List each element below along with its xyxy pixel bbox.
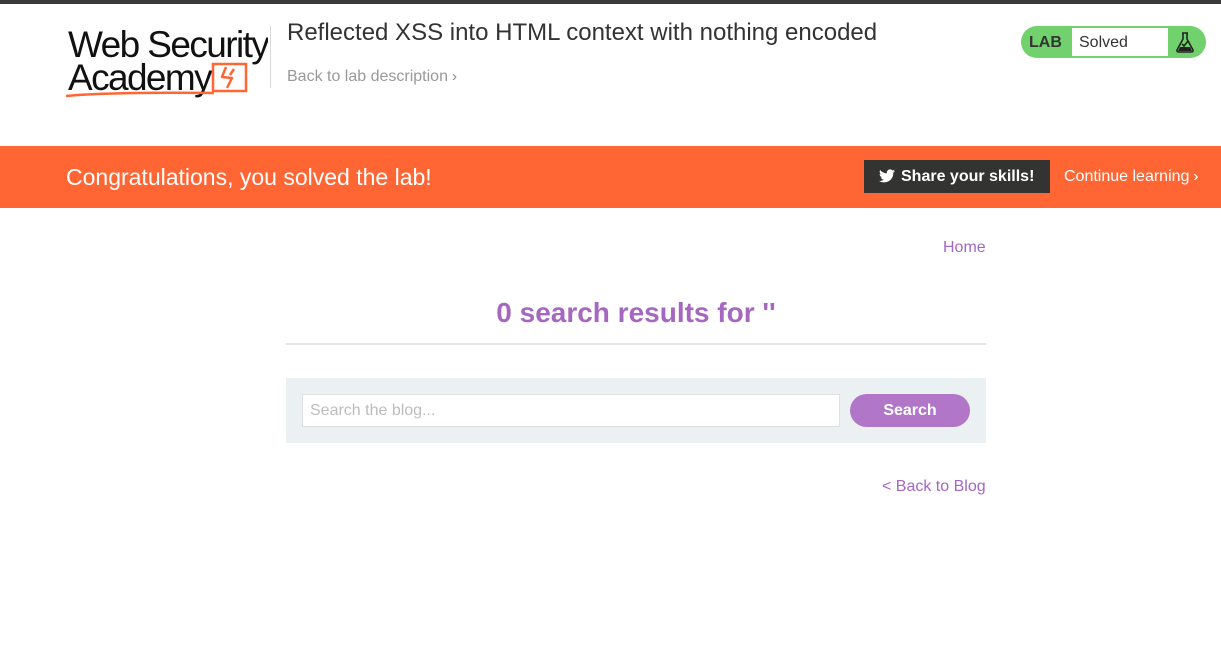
logo-mark: Web Security Academy [66, 26, 268, 98]
congratulations-message: Congratulations, you solved the lab! [66, 164, 432, 190]
web-security-academy-logo[interactable]: Web Security Academy [66, 26, 268, 102]
search-results-heading: 0 search results for '' [496, 297, 776, 328]
lab-tag: LAB [1029, 34, 1062, 51]
heading-divider [286, 343, 986, 345]
lab-status-box: Solved [1071, 27, 1169, 57]
search-button[interactable]: Search [850, 394, 970, 427]
header: Web Security Academy Reflected XSS into … [0, 4, 1221, 146]
lab-title: Reflected XSS into HTML context with not… [287, 19, 878, 46]
continue-learning-label: Continue learning [1064, 168, 1190, 185]
home-link[interactable]: Home [943, 239, 986, 257]
continue-learning-link[interactable]: Continue learning›› [1064, 168, 1198, 186]
solved-banner: Congratulations, you solved the lab! Sha… [0, 146, 1221, 208]
search-panel: Search [286, 378, 986, 443]
header-divider [270, 26, 271, 88]
twitter-icon [879, 169, 895, 183]
flask-icon [1176, 32, 1194, 53]
lab-status-widget: LAB Solved [1021, 26, 1206, 58]
lab-status-text: Solved [1079, 34, 1128, 51]
share-skills-button[interactable]: Share your skills! [864, 160, 1050, 193]
back-to-blog-link[interactable]: < Back to Blog [882, 478, 986, 496]
back-to-lab-description-link[interactable]: Back to lab description›› [287, 68, 457, 86]
back-link-label: Back to lab description [287, 68, 448, 85]
search-input[interactable] [302, 394, 840, 427]
share-button-label: Share your skills! [901, 168, 1035, 185]
